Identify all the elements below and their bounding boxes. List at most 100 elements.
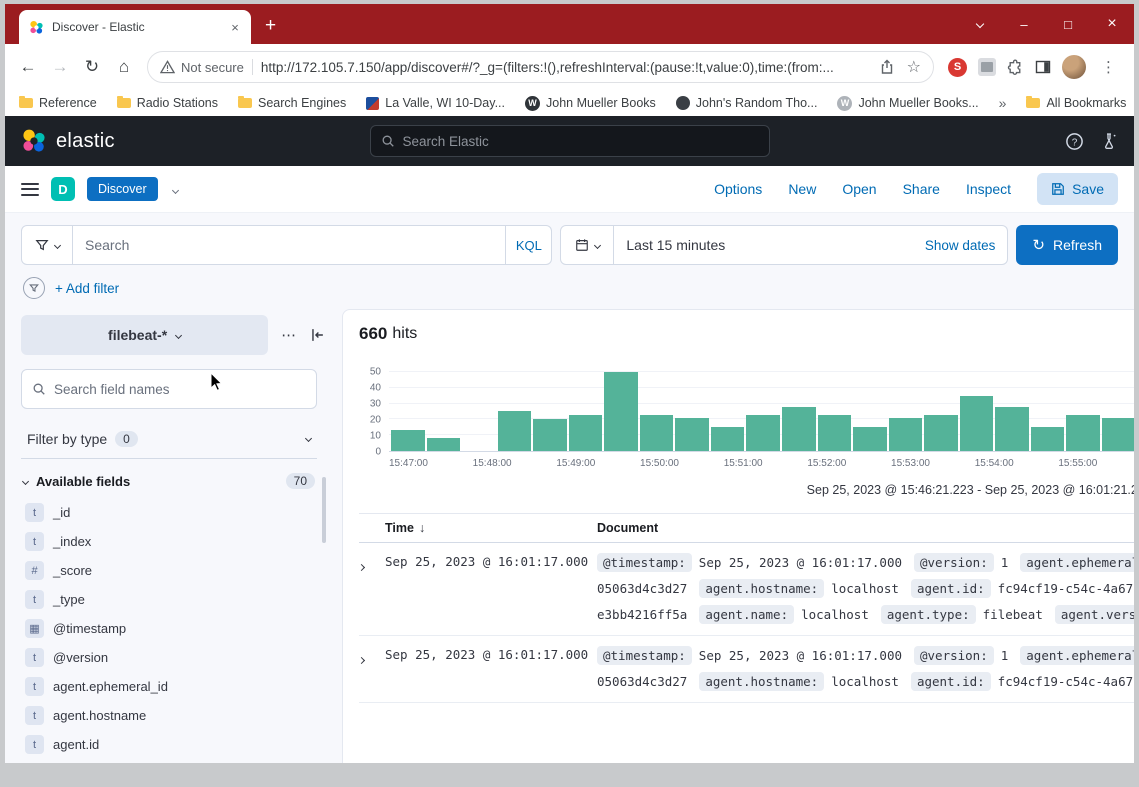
query-bar: KQL Last 15 minutes Show dates ↻ Refresh — [21, 225, 1118, 265]
field-item[interactable]: t_type — [21, 585, 326, 614]
field-item[interactable]: t_index — [21, 527, 326, 556]
filter-circle-icon[interactable] — [23, 277, 45, 299]
extension-s-icon[interactable]: S — [948, 58, 967, 77]
extension-icon[interactable] — [978, 58, 996, 76]
saved-query-menu-button[interactable] — [21, 225, 73, 265]
field-item[interactable]: tagent.ephemeral_id — [21, 672, 326, 701]
time-range-display[interactable]: Last 15 minutes Show dates — [614, 225, 1008, 265]
weather-site-icon — [366, 97, 379, 110]
global-search[interactable] — [370, 125, 770, 157]
home-icon[interactable]: ⌂ — [109, 52, 139, 82]
appbar-link-options[interactable]: Options — [714, 181, 762, 197]
sidebar-scrollbar[interactable] — [322, 477, 326, 543]
chevron-down-icon — [594, 241, 601, 248]
field-item[interactable]: #_score — [21, 556, 326, 585]
elastic-logo[interactable]: elastic — [21, 128, 115, 154]
back-icon[interactable]: ← — [13, 52, 43, 82]
appbar-link-new[interactable]: New — [788, 181, 816, 197]
warning-icon — [160, 60, 175, 74]
all-bookmarks-label: All Bookmarks — [1046, 96, 1126, 110]
add-filter-link[interactable]: + Add filter — [55, 281, 119, 296]
field-item[interactable]: tagent.id — [21, 730, 326, 759]
wordpress-icon: W — [837, 96, 852, 111]
side-panel-icon[interactable] — [1035, 59, 1051, 75]
new-tab-button[interactable]: + — [265, 16, 276, 35]
expand-row-button[interactable] — [359, 643, 385, 695]
share-icon[interactable] — [879, 59, 895, 75]
field-name-badge: agent.ephemeral_id: — [1020, 646, 1134, 665]
window-maximize-button[interactable]: □ — [1046, 4, 1090, 44]
field-options-icon[interactable]: ⋯ — [281, 326, 297, 344]
bookmark-item[interactable]: John's Random Tho... — [676, 96, 818, 111]
available-fields-header[interactable]: Available fields 70 — [21, 473, 317, 489]
field-item[interactable]: tagent.name — [21, 759, 326, 763]
field-item[interactable]: ▦@timestamp — [21, 614, 326, 643]
bookmark-item[interactable]: Radio Stations — [117, 96, 218, 111]
browser-menu-icon[interactable]: ⋮ — [1097, 58, 1120, 76]
bookmarks-overflow-icon[interactable]: » — [999, 95, 1007, 111]
collapse-sidebar-icon[interactable] — [310, 327, 326, 343]
field-search-input[interactable] — [54, 382, 306, 397]
tab-close-icon[interactable]: × — [227, 20, 243, 35]
query-input[interactable] — [73, 237, 505, 253]
bookmark-label: John's Random Tho... — [696, 96, 818, 110]
refresh-button[interactable]: ↻ Refresh — [1016, 225, 1118, 265]
window-close-button[interactable]: × — [1090, 4, 1134, 44]
chevron-down-icon — [175, 331, 182, 338]
forward-icon[interactable]: → — [45, 52, 75, 82]
menu-hamburger-icon[interactable] — [21, 183, 39, 196]
field-name-badge: @version: — [914, 553, 994, 572]
query-language-button[interactable]: KQL — [505, 226, 551, 264]
query-input-box[interactable]: KQL — [73, 225, 552, 265]
bookmark-star-icon[interactable]: ☆ — [907, 57, 921, 77]
field-search-box[interactable] — [21, 369, 317, 409]
column-header-time[interactable]: Time ↓ — [385, 521, 597, 535]
field-type-icon: t — [25, 532, 44, 551]
profile-avatar[interactable] — [1062, 55, 1086, 79]
bookmark-item[interactable]: La Valle, WI 10-Day... — [366, 96, 505, 111]
breadcrumb-discover[interactable]: Discover — [87, 177, 158, 201]
extensions-area: S ⋮ — [942, 55, 1126, 79]
data-view-selector[interactable]: filebeat-* — [21, 315, 268, 355]
breadcrumb-chevron-icon[interactable] — [173, 180, 178, 198]
bookmark-item[interactable]: WJohn Mueller Books — [525, 96, 656, 111]
security-chip[interactable]: Not secure — [160, 60, 244, 75]
y-axis-label: 30 — [370, 399, 381, 410]
field-item[interactable]: t_id — [21, 498, 326, 527]
field-item[interactable]: tagent.hostname — [21, 701, 326, 730]
all-bookmarks[interactable]: All Bookmarks — [1026, 96, 1126, 110]
show-dates-link[interactable]: Show dates — [925, 238, 996, 253]
date-picker-menu-button[interactable] — [560, 225, 614, 265]
appbar-link-open[interactable]: Open — [842, 181, 876, 197]
global-search-input[interactable] — [403, 134, 759, 149]
browser-tab[interactable]: Discover - Elastic × — [19, 10, 251, 44]
column-header-document[interactable]: Document — [597, 521, 658, 535]
alerts-icon[interactable] — [1100, 132, 1118, 150]
save-button[interactable]: Save — [1037, 173, 1118, 205]
filter-by-type[interactable]: Filter by type 0 — [21, 419, 317, 459]
available-fields-count: 70 — [286, 473, 315, 489]
extensions-puzzle-icon[interactable] — [1007, 59, 1024, 76]
bookmark-item[interactable]: WJohn Mueller Books... — [837, 96, 978, 111]
space-badge[interactable]: D — [51, 177, 75, 201]
address-bar[interactable]: Not secure http://172.105.7.150/app/disc… — [147, 51, 934, 83]
expand-row-button[interactable] — [359, 550, 385, 628]
appbar-link-share[interactable]: Share — [903, 181, 940, 197]
bookmark-item[interactable]: Search Engines — [238, 96, 346, 111]
help-icon[interactable]: ? — [1065, 132, 1084, 151]
reload-icon[interactable]: ↻ — [77, 52, 107, 82]
available-fields-label: Available fields — [36, 474, 130, 489]
bookmarks-bar: Reference Radio Stations Search Engines La … — [5, 90, 1134, 116]
histogram-bar — [391, 430, 425, 451]
sort-descending-icon[interactable]: ↓ — [419, 521, 425, 535]
tab-search-chevron-icon[interactable] — [958, 4, 1002, 44]
bookmark-item[interactable]: Reference — [19, 96, 97, 111]
field-item[interactable]: t@version — [21, 643, 326, 672]
window-minimize-button[interactable]: – — [1002, 4, 1046, 44]
histogram-bar — [711, 427, 745, 451]
appbar-link-inspect[interactable]: Inspect — [966, 181, 1011, 197]
filter-row: + Add filter — [21, 277, 1118, 299]
discover-page: KQL Last 15 minutes Show dates ↻ Refresh… — [5, 213, 1134, 763]
time-range-value[interactable]: Last 15 minutes — [626, 237, 725, 253]
x-axis-label: 15:48:00 — [473, 458, 512, 469]
